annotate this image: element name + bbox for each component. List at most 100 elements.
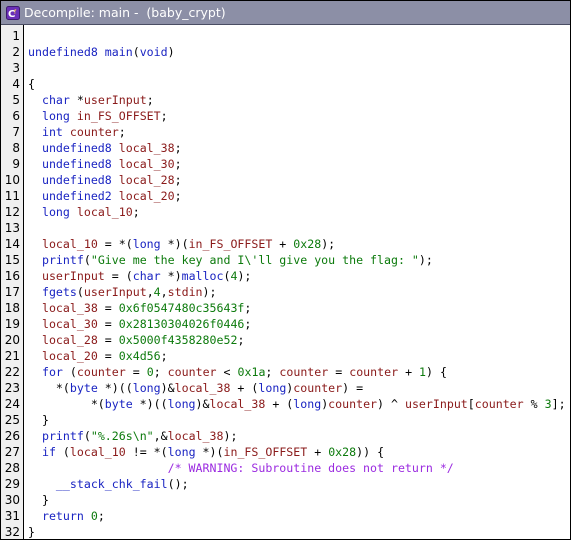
code-token-kw[interactable]: if — [42, 445, 56, 459]
code-line[interactable]: if (local_10 != *(long *)(in_FS_OFFSET +… — [28, 444, 570, 460]
code-token-type[interactable]: int — [42, 125, 63, 139]
code-token-type[interactable]: byte — [105, 397, 133, 411]
code-line[interactable]: undefined8 main(void) — [28, 44, 570, 60]
code-token-func[interactable]: __stack_chk_fail — [56, 477, 168, 491]
code-token-var[interactable]: local_10 — [42, 237, 98, 251]
code-token-var[interactable]: local_38 — [119, 141, 175, 155]
code-token-var[interactable]: in_FS_OFFSET — [189, 237, 273, 251]
code-token-var[interactable]: counter — [168, 365, 217, 379]
code-token-var[interactable]: local_38 — [42, 301, 98, 315]
code-line[interactable] — [28, 28, 570, 44]
code-token-num[interactable]: 0x4d56 — [119, 349, 161, 363]
code-token-num[interactable]: 0x28 — [328, 445, 356, 459]
title-bar[interactable]: C f Decompile: main - (baby_crypt) — [1, 1, 570, 25]
code-token-type[interactable]: long — [168, 445, 196, 459]
code-token-type[interactable]: undefined8 — [42, 173, 112, 187]
code-token-var[interactable]: userInput — [405, 397, 468, 411]
code-line[interactable]: for (counter = 0; counter < 0x1a; counte… — [28, 364, 570, 380]
code-token-var[interactable]: local_20 — [119, 189, 175, 203]
code-token-func[interactable]: printf — [42, 429, 84, 443]
code-token-var[interactable]: userInput — [42, 269, 105, 283]
code-line[interactable]: return 0; — [28, 508, 570, 524]
code-token-var[interactable]: counter — [349, 365, 398, 379]
code-token-var[interactable]: counter — [70, 125, 119, 139]
code-line[interactable]: userInput = (char *)malloc(4); — [28, 268, 570, 284]
code-token-var[interactable]: local_10 — [70, 445, 126, 459]
code-token-type[interactable]: long — [42, 205, 70, 219]
code-token-type[interactable]: long — [293, 397, 321, 411]
code-token-type[interactable]: long — [133, 237, 161, 251]
code-token-var[interactable]: counter — [293, 381, 342, 395]
code-line[interactable]: *(byte *)((long)&local_38 + (long)counte… — [28, 396, 570, 412]
code-token-func[interactable]: malloc — [182, 269, 224, 283]
code-token-var[interactable]: in_FS_OFFSET — [223, 445, 307, 459]
code-line[interactable]: *(byte *)((long)&local_38 + (long)counte… — [28, 380, 570, 396]
code-line[interactable]: fgets(userInput,4,stdin); — [28, 284, 570, 300]
code-line[interactable] — [28, 60, 570, 76]
code-line[interactable]: undefined8 local_30; — [28, 156, 570, 172]
code-line[interactable]: local_20 = 0x4d56; — [28, 348, 570, 364]
code-line[interactable]: local_10 = *(long *)(in_FS_OFFSET + 0x28… — [28, 236, 570, 252]
code-token-num[interactable]: 0x1a — [238, 365, 266, 379]
code-token-var[interactable]: counter — [77, 365, 126, 379]
code-line[interactable]: undefined2 local_20; — [28, 188, 570, 204]
code-token-var[interactable]: local_30 — [119, 157, 175, 171]
code-line[interactable]: undefined8 local_28; — [28, 172, 570, 188]
code-line[interactable]: } — [28, 492, 570, 508]
code-token-var[interactable]: counter — [328, 397, 377, 411]
code-token-var[interactable]: userInput — [84, 93, 147, 107]
code-token-type[interactable]: undefined8 — [28, 45, 98, 59]
code-token-var[interactable]: local_10 — [77, 205, 133, 219]
code-token-type[interactable]: char — [133, 269, 161, 283]
code-line[interactable] — [28, 220, 570, 236]
code-token-num[interactable]: 0x6f0547480c35643f — [119, 301, 245, 315]
decompiler-editor[interactable]: 1 2 3 4 5 6 7 8 9 10 11 12 13 14 15 16 17 18 19 20 21 22 23 24 2… — [1, 25, 570, 539]
code-token-var[interactable]: in_FS_OFFSET — [77, 109, 161, 123]
code-line[interactable]: } — [28, 524, 570, 539]
code-token-type[interactable]: long — [133, 381, 161, 395]
code-token-var[interactable]: local_38 — [210, 397, 266, 411]
code-token-var[interactable]: local_20 — [42, 349, 98, 363]
code-token-type[interactable]: void — [140, 45, 168, 59]
code-line[interactable]: local_30 = 0x28130304026f0446; — [28, 316, 570, 332]
code-token-type[interactable]: long — [168, 397, 196, 411]
code-token-var[interactable]: counter — [279, 365, 328, 379]
code-token-type[interactable]: char — [42, 93, 70, 107]
code-token-type[interactable]: byte — [70, 381, 98, 395]
code-token-var[interactable]: local_38 — [168, 429, 224, 443]
code-line[interactable]: __stack_chk_fail(); — [28, 476, 570, 492]
code-token-kw[interactable]: return — [42, 509, 84, 523]
code-line[interactable]: { — [28, 76, 570, 92]
code-token-str[interactable]: "Give me the key and I\'ll give you the … — [91, 253, 419, 267]
code-token-num[interactable]: 3 — [545, 397, 552, 411]
code-line[interactable]: /* WARNING: Subroutine does not return *… — [28, 460, 570, 476]
code-line[interactable]: undefined8 local_38; — [28, 140, 570, 156]
code-line[interactable]: } — [28, 412, 570, 428]
code-token-func[interactable]: fgets — [42, 285, 77, 299]
code-line[interactable]: local_28 = 0x5000f4358280e52; — [28, 332, 570, 348]
code-token-type[interactable]: undefined8 — [42, 141, 112, 155]
code-token-func[interactable]: main — [105, 45, 133, 59]
code-token-cmt[interactable]: /* WARNING: Subroutine does not return *… — [168, 461, 454, 475]
code-token-var[interactable]: local_28 — [42, 333, 98, 347]
code-line[interactable]: long local_10; — [28, 204, 570, 220]
code-line[interactable]: printf("Give me the key and I\'ll give y… — [28, 252, 570, 268]
code-token-num[interactable]: 0x28 — [293, 237, 321, 251]
code-line[interactable]: int counter; — [28, 124, 570, 140]
code-token-var[interactable]: counter — [475, 397, 524, 411]
code-token-var[interactable]: local_28 — [119, 173, 175, 187]
code-token-num[interactable]: 1 — [419, 365, 426, 379]
code-token-type[interactable]: long — [258, 381, 286, 395]
code-token-var[interactable]: local_30 — [42, 317, 98, 331]
code-token-type[interactable]: long — [42, 109, 70, 123]
code-token-num[interactable]: 0 — [91, 509, 98, 523]
code-line[interactable]: long in_FS_OFFSET; — [28, 108, 570, 124]
code-token-var[interactable]: local_38 — [175, 381, 231, 395]
code-line[interactable]: printf("%.26s\n",&local_38); — [28, 428, 570, 444]
code-token-func[interactable]: printf — [42, 253, 84, 267]
code-token-kw[interactable]: for — [42, 365, 63, 379]
code-token-num[interactable]: 4 — [154, 285, 161, 299]
code-line[interactable]: char *userInput; — [28, 92, 570, 108]
code-listing[interactable]: undefined8 main(void){ char *userInput; … — [24, 25, 570, 539]
code-token-num[interactable]: 0x5000f4358280e52 — [119, 333, 238, 347]
